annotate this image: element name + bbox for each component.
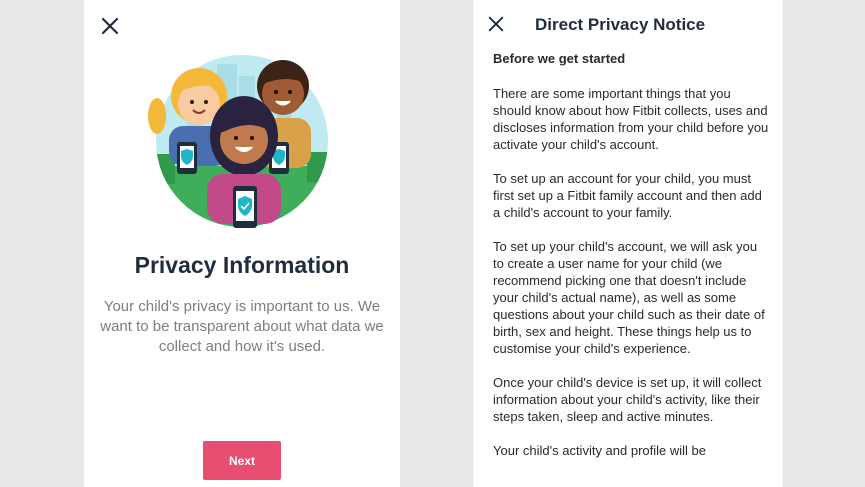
close-button[interactable] [100,16,120,36]
notice-paragraph: To set up your child's account, we will … [493,239,765,356]
notice-paragraph: There are some important things that you… [493,86,769,152]
notice-body[interactable]: Before we get started There are some imp… [493,50,771,476]
close-icon [101,17,119,35]
notice-title: Direct Privacy Notice [535,15,706,34]
close-icon [488,16,504,32]
privacy-info-panel: Privacy Information Your child's privacy… [84,0,400,487]
notice-paragraph: Your child's activity and profile will b… [493,443,706,458]
next-button[interactable]: Next [203,441,281,480]
privacy-notice-panel: Direct Privacy Notice Before we get star… [473,0,783,487]
page-description: Your child's privacy is important to us.… [100,298,384,355]
family-illustration [148,55,328,228]
notice-paragraph: To set up an account for your child, you… [493,171,762,220]
page-title: Privacy Information [134,252,350,278]
notice-header: Direct Privacy Notice [473,0,783,48]
notice-heading: Before we get started [493,51,626,66]
close-button[interactable] [487,15,505,33]
notice-paragraph: Once your child's device is set up, it w… [493,375,762,424]
